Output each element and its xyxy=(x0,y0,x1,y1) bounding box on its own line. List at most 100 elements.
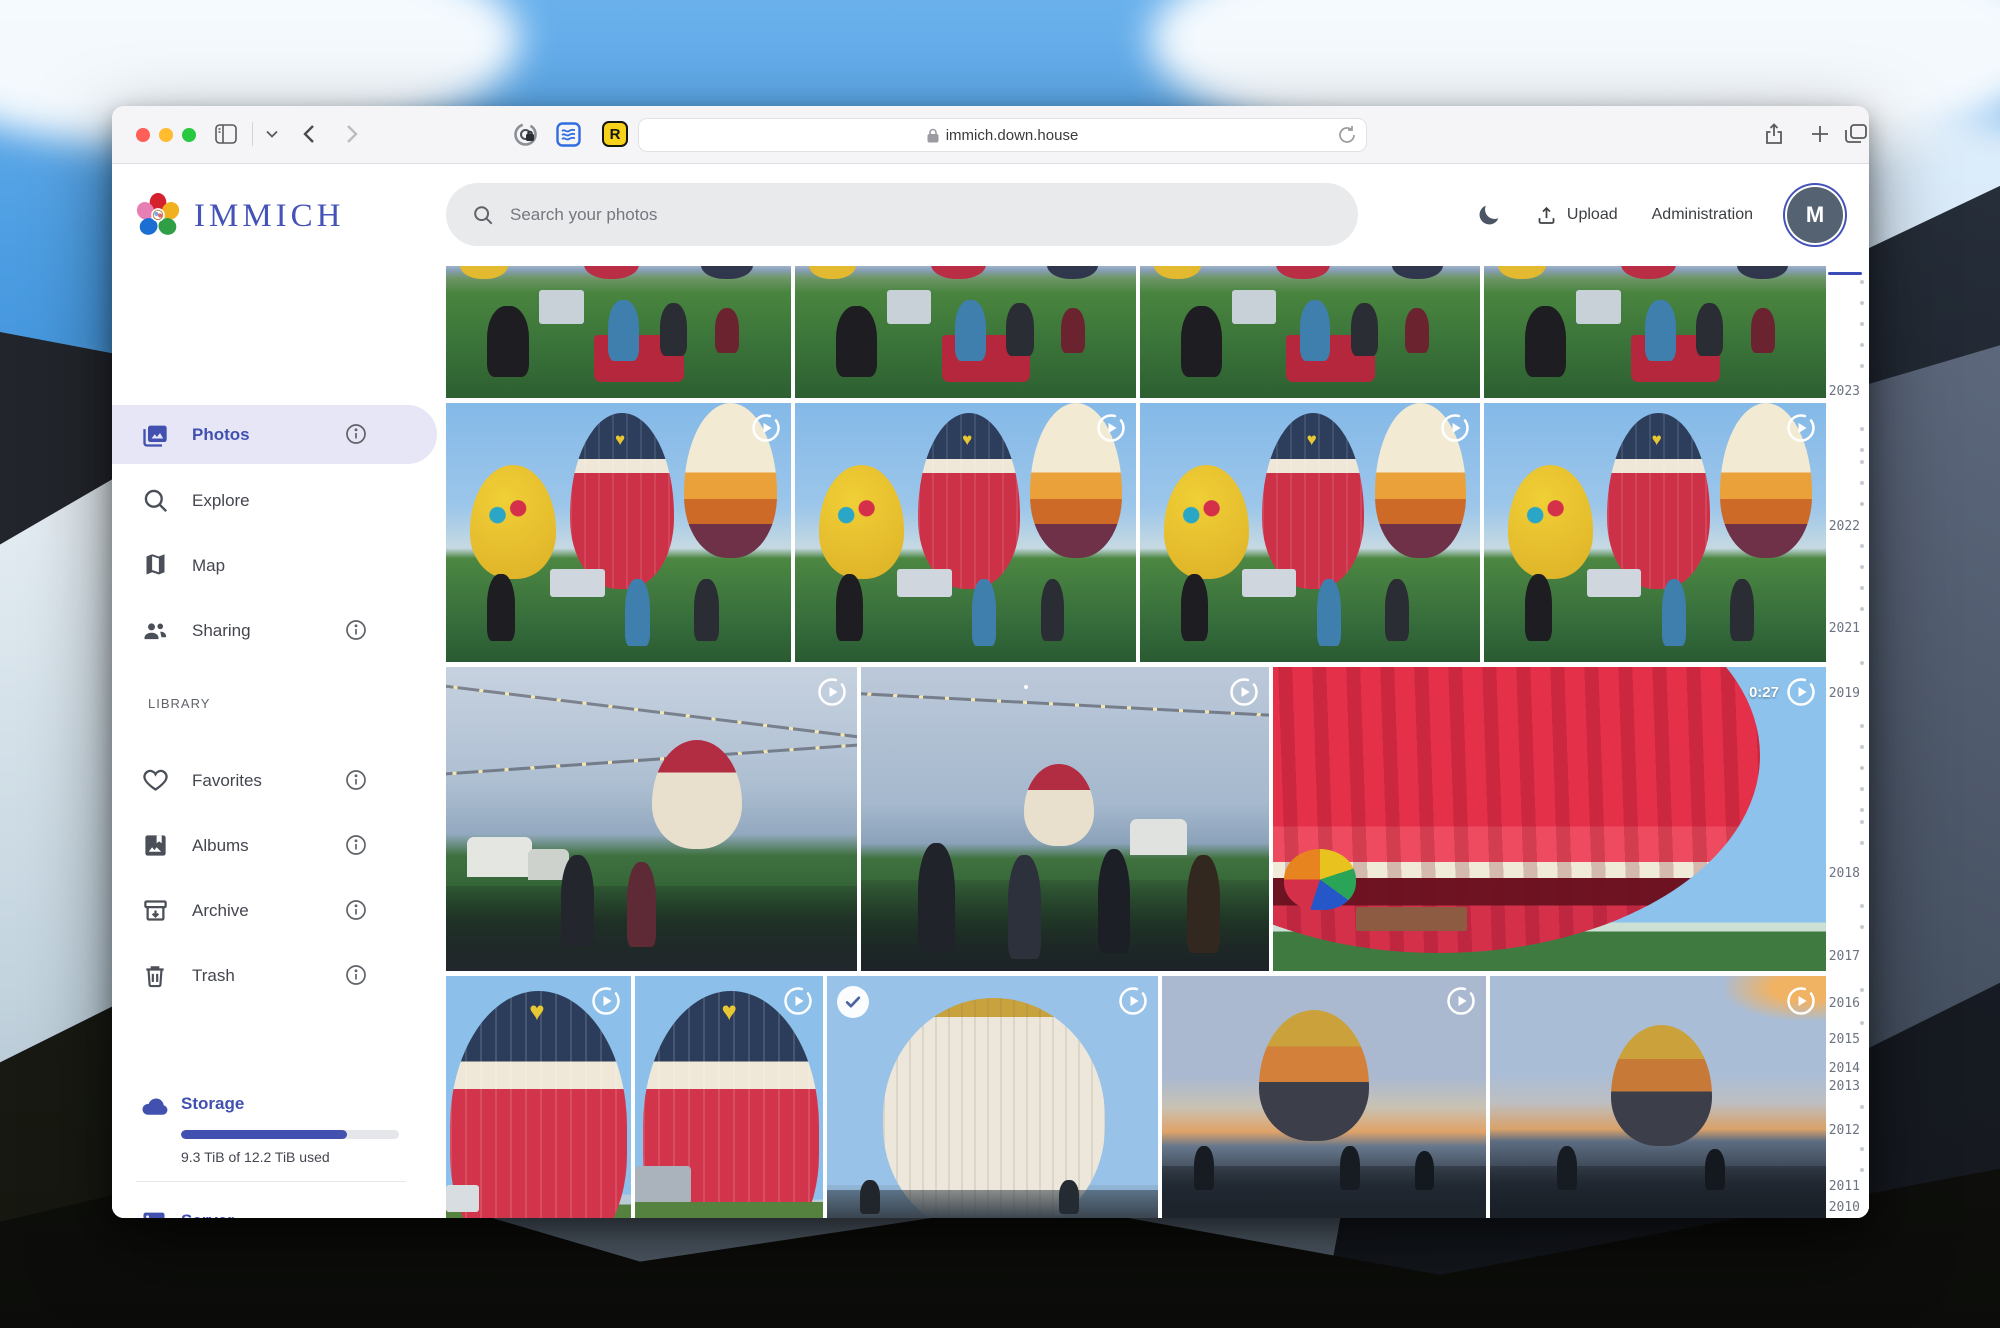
sidebar-item-map[interactable]: Map xyxy=(112,536,437,595)
photo-r3c2[interactable] xyxy=(861,667,1269,971)
new-tab-icon[interactable] xyxy=(1806,120,1834,148)
video-indicator xyxy=(1786,986,1816,1016)
immich-logo[interactable]: IMMICH xyxy=(134,192,345,240)
info-icon[interactable] xyxy=(344,768,370,794)
sidebar-item-albums[interactable]: Albums xyxy=(112,816,437,875)
video-indicator xyxy=(1229,677,1259,707)
photo-grid: ♥ ♥ ♥ ♥ 0:27 ♥ ♥ xyxy=(446,266,1826,1218)
timeline-year-label: 2021 xyxy=(1828,621,1860,636)
sidebar-item-sharing[interactable]: Sharing xyxy=(112,601,437,660)
scrubber-position-indicator xyxy=(1828,272,1862,275)
timeline-dot xyxy=(1860,745,1864,749)
upload-label: Upload xyxy=(1566,206,1618,223)
trash-icon xyxy=(140,961,170,991)
play-icon xyxy=(1230,678,1258,706)
sidebar-item-explore[interactable]: Explore xyxy=(112,471,437,530)
explore-icon xyxy=(140,486,170,516)
timeline-dot xyxy=(1860,448,1864,452)
info-icon[interactable] xyxy=(344,963,370,989)
sidebar-item-label: Explore xyxy=(192,490,250,510)
photo-r2c3[interactable]: ♥ xyxy=(1140,403,1480,662)
photo-r4c5[interactable] xyxy=(1490,976,1826,1218)
close-window-button[interactable] xyxy=(136,128,150,142)
photo-r3c1[interactable] xyxy=(446,667,857,971)
timeline-dot xyxy=(1860,481,1864,485)
sidebar-item-label: Archive xyxy=(192,900,249,920)
avatar-initial: M xyxy=(1805,202,1825,227)
sidebar: Photos Explore Map Sharing LIBRARY Favor… xyxy=(112,266,446,1218)
info-icon[interactable] xyxy=(344,898,370,924)
timeline-dot xyxy=(1860,427,1864,431)
sidebar-item-archive[interactable]: Archive xyxy=(112,881,437,940)
zoom-window-button[interactable] xyxy=(182,128,196,142)
timeline-dot xyxy=(1860,1168,1864,1172)
play-icon xyxy=(1119,987,1147,1015)
chevron-down-icon[interactable] xyxy=(258,120,286,148)
photo-r4c3[interactable] xyxy=(827,976,1158,1218)
tab-overview-icon[interactable] xyxy=(1842,120,1869,148)
photo-r2c2[interactable]: ♥ xyxy=(795,403,1136,662)
map-icon xyxy=(140,551,170,581)
photo-r4c2[interactable]: ♥ xyxy=(635,976,823,1218)
play-icon xyxy=(752,414,780,442)
play-icon xyxy=(784,987,812,1015)
sidebar-item-favorites[interactable]: Favorites xyxy=(112,751,437,810)
heart-icon xyxy=(140,766,170,796)
timeline-year-label: 2017 xyxy=(1828,949,1860,964)
photo-r1c1[interactable] xyxy=(446,266,791,398)
photo-r4c1[interactable]: ♥ xyxy=(446,976,631,1218)
photo-r1c2[interactable] xyxy=(795,266,1136,398)
minimize-window-button[interactable] xyxy=(159,128,173,142)
address-bar[interactable]: immich.down.house xyxy=(638,118,1367,152)
share-icon[interactable] xyxy=(1760,120,1788,148)
r-extension-icon[interactable]: R xyxy=(602,121,628,147)
timeline-dot xyxy=(1860,343,1864,347)
timeline-dot xyxy=(1860,988,1864,992)
timeline-dot xyxy=(1860,301,1864,305)
search-bar[interactable] xyxy=(446,183,1358,246)
video-duration: 0:27 xyxy=(1748,683,1779,701)
photo-r1c3[interactable] xyxy=(1140,266,1480,398)
photo-r1c4[interactable] xyxy=(1484,266,1826,398)
onepassword-extension-icon[interactable] xyxy=(512,121,538,147)
video-indicator xyxy=(1786,413,1816,443)
back-button[interactable] xyxy=(294,120,322,148)
lock-icon xyxy=(927,128,939,142)
sidebar-item-trash[interactable]: Trash xyxy=(112,946,437,1005)
photos-icon xyxy=(140,420,170,450)
info-icon[interactable] xyxy=(344,833,370,859)
timeline-dot xyxy=(1860,904,1864,908)
photo-r3c3[interactable]: 0:27 xyxy=(1273,667,1826,971)
timeline-year-label: 2018 xyxy=(1828,866,1860,881)
timeline-dot xyxy=(1860,661,1864,665)
play-icon xyxy=(592,987,620,1015)
reload-icon[interactable] xyxy=(1339,125,1356,148)
timeline-scrubber[interactable]: 2023 2022 2021 2019 2018 2017 2016 2015 2014 2013… xyxy=(1826,266,1869,1218)
sidebar-toggle-icon[interactable] xyxy=(212,120,240,148)
moon-icon xyxy=(1479,205,1499,225)
timeline-year-label: 2015 xyxy=(1828,1032,1860,1047)
info-icon[interactable] xyxy=(344,618,370,644)
storage-progress-bar xyxy=(181,1130,399,1139)
blue-stack-extension-icon[interactable] xyxy=(555,121,581,147)
timeline-dot xyxy=(1860,280,1864,284)
search-input[interactable] xyxy=(508,203,1332,226)
timeline-dot xyxy=(1860,586,1864,590)
sidebar-item-photos[interactable]: Photos xyxy=(112,405,437,464)
info-icon[interactable] xyxy=(344,422,370,448)
theme-toggle-button[interactable] xyxy=(1476,202,1502,228)
upload-button[interactable]: Upload xyxy=(1536,205,1618,226)
video-indicator xyxy=(1096,413,1126,443)
timeline-dot xyxy=(1860,1105,1864,1109)
photo-r2c4[interactable]: ♥ xyxy=(1484,403,1826,662)
administration-button[interactable]: Administration xyxy=(1652,206,1753,224)
timeline-dot xyxy=(1860,502,1864,506)
forward-button[interactable] xyxy=(338,120,366,148)
cloud-icon xyxy=(140,1091,170,1121)
selected-check-icon[interactable] xyxy=(837,986,869,1018)
timeline-year-label: 2016 xyxy=(1828,996,1860,1011)
photo-r2c1[interactable]: ♥ xyxy=(446,403,791,662)
avatar[interactable]: M xyxy=(1787,187,1843,243)
timeline-dot xyxy=(1860,841,1864,845)
photo-r4c4[interactable] xyxy=(1162,976,1486,1218)
